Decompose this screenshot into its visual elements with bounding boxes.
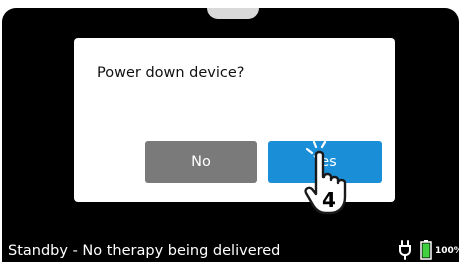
status-text: Standby - No therapy being delivered — [8, 243, 281, 259]
battery-icon — [420, 240, 432, 260]
hand-pointer-icon: 4 — [304, 141, 347, 215]
power-plug-icon — [399, 240, 411, 260]
battery-fill — [422, 243, 430, 258]
no-button[interactable]: No — [145, 141, 257, 183]
no-button-label: No — [191, 154, 211, 170]
device-frame: Power down device? No Yes 4 Standby - No… — [0, 0, 461, 262]
device-screen: Power down device? No Yes 4 Standby - No… — [2, 8, 459, 262]
step-number: 4 — [322, 188, 336, 212]
dialog-message: Power down device? — [97, 65, 245, 81]
tap-lines — [305, 141, 327, 155]
top-notch — [207, 8, 259, 19]
battery-percent: 100% — [435, 246, 459, 256]
